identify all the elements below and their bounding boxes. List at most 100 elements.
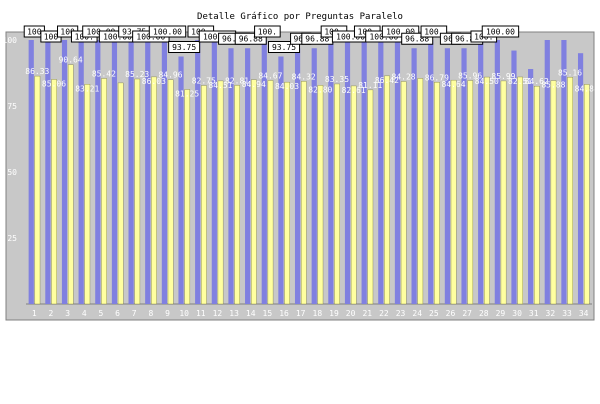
x-tick-label: 23 xyxy=(396,309,406,318)
value-label-text: 93.75 xyxy=(172,43,196,52)
bar-series-2 xyxy=(51,79,57,305)
bar-series-2 xyxy=(134,78,141,305)
bar-series-1 xyxy=(511,50,517,305)
x-tick-label: 7 xyxy=(132,309,137,318)
bar-series-2 xyxy=(517,76,523,305)
x-tick-label: 15 xyxy=(263,309,273,318)
value-label-series-1: 100. xyxy=(254,25,281,38)
x-tick-label: 32 xyxy=(546,309,556,318)
value-label-series-2: 83.35 xyxy=(325,75,349,84)
y-tick-label: 100 xyxy=(3,36,18,45)
bar-series-2 xyxy=(467,80,474,305)
x-tick-label: 5 xyxy=(98,309,103,318)
bar-series-2 xyxy=(284,81,290,305)
value-label-series-2: 84.96 xyxy=(158,71,182,80)
chart-title: Detalle Gráfico por Preguntas Paralelo xyxy=(197,12,403,22)
x-tick-label: 34 xyxy=(579,309,589,318)
x-tick-label: 13 xyxy=(229,309,239,318)
x-tick-label: 21 xyxy=(362,309,372,318)
bar-series-2 xyxy=(251,79,257,305)
x-tick-label: 11 xyxy=(196,309,206,318)
value-label-series-2: 81.25 xyxy=(175,90,199,99)
value-label-series-2: 84.28 xyxy=(392,73,416,82)
value-label-series-2: 90.64 xyxy=(59,56,83,65)
bar-series-2 xyxy=(334,83,340,305)
bar-series-2 xyxy=(434,82,440,305)
bar-series-2 xyxy=(567,77,573,305)
x-tick-label: 26 xyxy=(446,309,456,318)
bar-series-2 xyxy=(500,80,507,305)
x-tick-label: 8 xyxy=(148,309,153,318)
value-label-text: 100 xyxy=(44,33,59,42)
bar-series-1 xyxy=(78,40,84,304)
value-label-series-1: 100.00 xyxy=(148,25,187,38)
bar-series-2 xyxy=(417,78,424,305)
y-tick-label: 75 xyxy=(7,102,17,111)
y-tick-label: 50 xyxy=(7,168,17,177)
bar-series-2 xyxy=(184,89,191,305)
x-tick-label: 33 xyxy=(562,309,572,318)
bar-series-1 xyxy=(95,40,101,304)
bar-series-2 xyxy=(201,85,207,305)
x-tick-label: 10 xyxy=(179,309,189,318)
x-tick-label: 27 xyxy=(462,309,472,318)
bar-series-2 xyxy=(384,75,390,305)
value-label-series-2: 84.94 xyxy=(242,80,266,89)
bar-series-1 xyxy=(128,40,134,304)
x-tick-label: 19 xyxy=(329,309,339,318)
bar-series-1 xyxy=(411,48,417,304)
value-label-series-1: 100.00 xyxy=(481,25,520,38)
bar-series-1 xyxy=(561,40,567,304)
bar-series-2 xyxy=(67,64,74,305)
value-label-series-2: 85.16 xyxy=(558,68,582,77)
value-label-text: 100. xyxy=(258,28,277,37)
x-tick-label: 18 xyxy=(313,309,323,318)
bar-series-2 xyxy=(534,85,540,305)
x-tick-label: 22 xyxy=(379,309,389,318)
bar-series-2 xyxy=(350,85,357,305)
x-tick-label: 9 xyxy=(165,309,170,318)
x-tick-label: 17 xyxy=(296,309,306,318)
x-tick-label: 4 xyxy=(82,309,87,318)
x-tick-label: 29 xyxy=(496,309,506,318)
chart: Detalle Gráfico por Preguntas Paralelo 2… xyxy=(0,0,600,400)
bar-series-2 xyxy=(300,81,307,305)
x-tick-label: 20 xyxy=(346,309,356,318)
value-label-text: 100.00 xyxy=(153,28,182,37)
bar-series-2 xyxy=(234,85,240,305)
bar-series-2 xyxy=(550,80,557,305)
value-label-series-2: 85.42 xyxy=(92,69,116,78)
value-label-series-2: 84.03 xyxy=(275,82,299,91)
bar-series-2 xyxy=(34,75,41,305)
value-label-text: 100 xyxy=(27,28,42,37)
x-tick-label: 24 xyxy=(412,309,422,318)
value-label-series-2: 83.21 xyxy=(75,84,99,93)
value-label-series-2: 85.06 xyxy=(42,79,66,88)
value-label-series-2: 82.80 xyxy=(308,85,332,94)
bar-series-1 xyxy=(528,69,534,304)
bar-series-1 xyxy=(361,40,367,304)
bar-chart: Detalle Gráfico por Preguntas Paralelo 2… xyxy=(3,12,599,321)
value-label-series-2: 84.67 xyxy=(258,71,282,80)
bar-series-2 xyxy=(367,89,374,305)
x-tick-label: 28 xyxy=(479,309,489,318)
bar-series-2 xyxy=(117,82,124,305)
x-tick-label: 6 xyxy=(115,309,120,318)
value-label-series-1: 93.75 xyxy=(168,41,201,53)
x-tick-label: 3 xyxy=(65,309,70,318)
bar-series-2 xyxy=(400,81,407,305)
x-tick-label: 25 xyxy=(429,309,439,318)
bar-series-2 xyxy=(484,76,490,305)
bar-series-2 xyxy=(217,80,224,305)
value-label-text: 100.00 xyxy=(486,28,515,37)
bar-series-2 xyxy=(101,78,107,305)
x-tick-label: 14 xyxy=(246,309,256,318)
x-tick-label: 1 xyxy=(32,309,37,318)
y-tick-label: 25 xyxy=(7,234,17,243)
value-label-series-2: 84.32 xyxy=(292,72,316,81)
x-tick-label: 12 xyxy=(213,309,223,318)
value-label-series-2: 85.88 xyxy=(541,81,565,90)
bar-series-2 xyxy=(317,85,324,305)
bar-series-2 xyxy=(450,79,457,305)
x-tick-label: 16 xyxy=(279,309,289,318)
